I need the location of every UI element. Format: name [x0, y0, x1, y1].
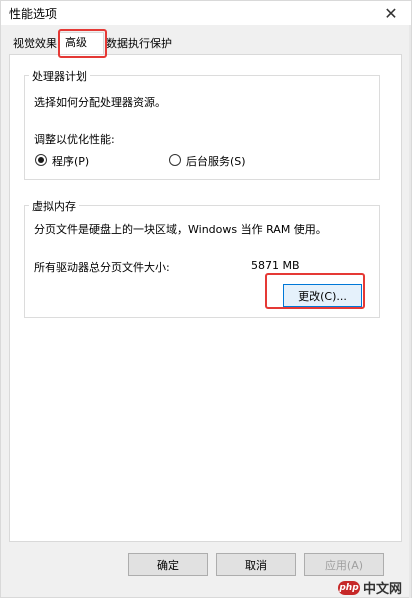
background-services-radio-label[interactable]: 后台服务(S): [186, 153, 246, 169]
programs-radio-label[interactable]: 程序(P): [52, 153, 89, 169]
php-logo-icon: php: [338, 580, 360, 595]
watermark-text: 中文网: [363, 582, 403, 597]
title-bar: 性能选项 ✕: [1, 1, 411, 25]
php-cn-watermark: php 中文网: [338, 578, 402, 597]
close-icon[interactable]: ✕: [371, 1, 411, 25]
programs-radio[interactable]: [35, 154, 47, 166]
window-title: 性能选项: [9, 7, 58, 21]
processor-scheduling-legend: 处理器计划: [29, 68, 90, 84]
adjust-for-label: 调整以优化性能:: [34, 133, 115, 146]
total-paging-file-label: 所有驱动器总分页文件大小:: [34, 261, 170, 274]
background-services-radio[interactable]: [169, 154, 181, 166]
window-edge: [409, 25, 411, 598]
apply-button[interactable]: 应用(A): [304, 553, 384, 576]
cancel-button[interactable]: 取消: [216, 553, 296, 576]
virtual-memory-legend: 虚拟内存: [29, 198, 79, 214]
highlight-box-advanced-tab: [58, 29, 107, 58]
tab-data-execution-prevention[interactable]: 数据执行保护: [101, 35, 177, 54]
processor-scheduling-group: 处理器计划 选择如何分配处理器资源。 调整以优化性能: 程序(P) 后台服务(S…: [24, 68, 380, 180]
total-paging-file-value: 5871 MB: [251, 259, 300, 272]
ok-button[interactable]: 确定: [128, 553, 208, 576]
tab-visual-effects[interactable]: 视觉效果: [8, 35, 62, 54]
highlight-box-change-button: [265, 273, 365, 309]
virtual-memory-description: 分页文件是硬盘上的一块区域，Windows 当作 RAM 使用。: [34, 223, 327, 236]
performance-options-window: 性能选项 ✕ 视觉效果 高级 数据执行保护 处理器计划 选择如何分配处理器资源。…: [0, 0, 412, 598]
processor-description: 选择如何分配处理器资源。: [34, 96, 166, 109]
